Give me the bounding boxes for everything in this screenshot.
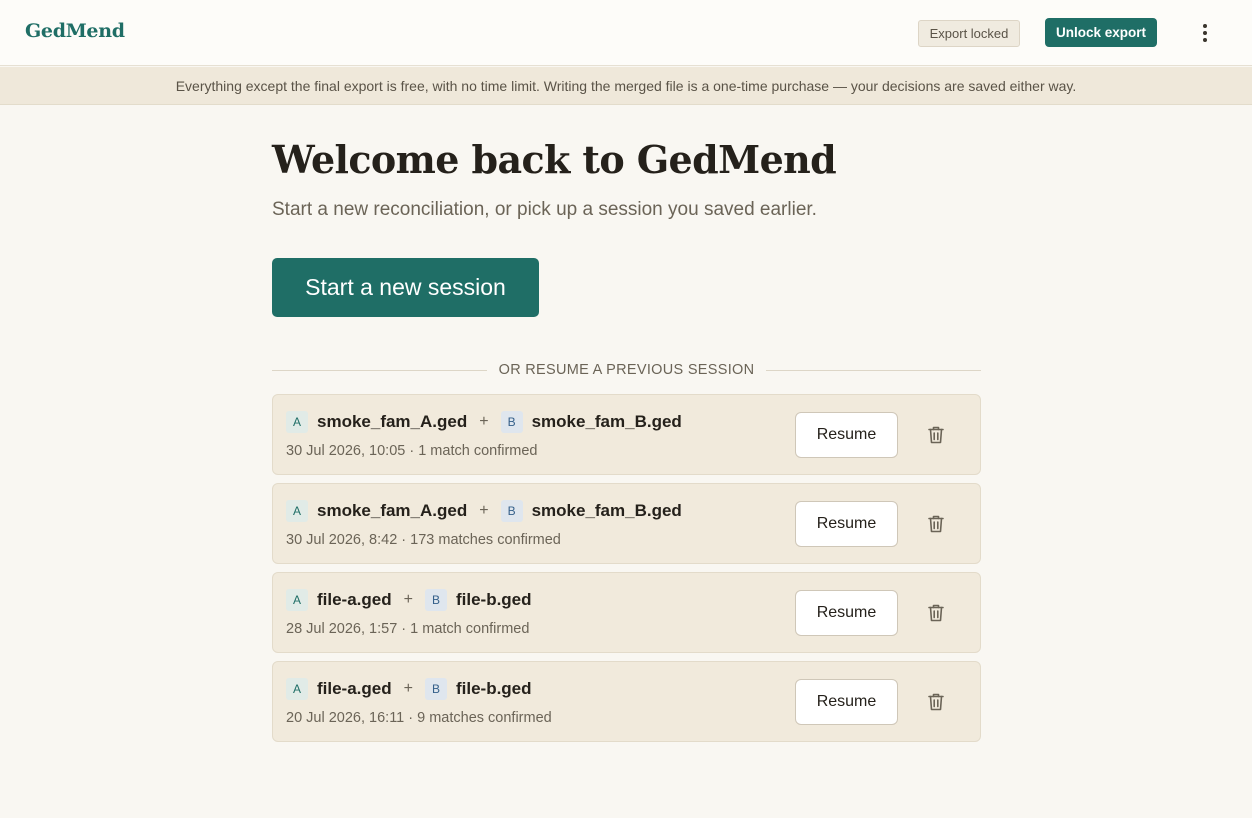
session-meta: 30 Jul 2026, 8:42 · 173 matches confirme… <box>286 532 561 548</box>
plus-separator: + <box>479 413 489 430</box>
file-a-name: file-a.ged <box>317 679 392 698</box>
session-card: A smoke_fam_A.ged + B smoke_fam_B.ged 30… <box>272 483 981 564</box>
more-vertical-icon[interactable] <box>1194 22 1216 44</box>
session-meta: 28 Jul 2026, 1:57 · 1 match confirmed <box>286 621 530 637</box>
file-a-name: smoke_fam_A.ged <box>317 412 468 431</box>
resume-button[interactable]: Resume <box>795 412 898 458</box>
file-b-name: smoke_fam_B.ged <box>531 501 682 520</box>
session-list: A smoke_fam_A.ged + B smoke_fam_B.ged 30… <box>272 394 981 750</box>
divider-line <box>272 369 487 371</box>
file-b-tag: B <box>500 500 523 522</box>
session-meta: 20 Jul 2026, 16:11 · 9 matches confirmed <box>286 710 552 726</box>
resume-divider-label: OR RESUME A PREVIOUS SESSION <box>498 362 755 378</box>
plus-separator: + <box>479 502 489 519</box>
resume-button[interactable]: Resume <box>795 679 898 725</box>
file-a-name: smoke_fam_A.ged <box>317 501 468 520</box>
brand-logo[interactable]: GedMend <box>25 20 125 42</box>
divider-line <box>766 369 981 371</box>
kebab-dot <box>1203 38 1207 42</box>
file-b-tag: B <box>500 411 523 433</box>
pricing-notice: Everything except the final export is fr… <box>0 67 1252 105</box>
file-b-name: file-b.ged <box>455 590 532 609</box>
session-card: A smoke_fam_A.ged + B smoke_fam_B.ged 30… <box>272 394 981 475</box>
unlock-export-button[interactable]: Unlock export <box>1045 18 1157 47</box>
file-b-name: smoke_fam_B.ged <box>531 412 682 431</box>
trash-icon[interactable] <box>927 692 945 712</box>
trash-icon[interactable] <box>927 514 945 534</box>
resume-button[interactable]: Resume <box>795 501 898 547</box>
plus-separator: + <box>403 680 413 697</box>
file-a-tag: A <box>286 500 308 522</box>
file-b-name: file-b.ged <box>455 679 532 698</box>
file-a-tag: A <box>286 589 308 611</box>
session-files: A file-a.ged + B file-b.ged <box>286 589 532 611</box>
page-subtitle: Start a new reconciliation, or pick up a… <box>272 199 817 220</box>
start-new-session-button[interactable]: Start a new session <box>272 258 539 317</box>
trash-icon[interactable] <box>927 425 945 445</box>
file-a-tag: A <box>286 678 308 700</box>
session-files: A file-a.ged + B file-b.ged <box>286 678 532 700</box>
file-b-tag: B <box>424 589 447 611</box>
kebab-dot <box>1203 31 1207 35</box>
session-files: A smoke_fam_A.ged + B smoke_fam_B.ged <box>286 411 682 433</box>
page-title: Welcome back to GedMend <box>272 137 837 182</box>
session-card: A file-a.ged + B file-b.ged 20 Jul 2026,… <box>272 661 981 742</box>
file-a-name: file-a.ged <box>317 590 392 609</box>
top-bar: GedMend Export locked Unlock export <box>0 0 1252 66</box>
resume-divider: OR RESUME A PREVIOUS SESSION <box>272 358 981 382</box>
session-files: A smoke_fam_A.ged + B smoke_fam_B.ged <box>286 500 682 522</box>
trash-icon[interactable] <box>927 603 945 623</box>
kebab-dot <box>1203 24 1207 28</box>
export-locked-badge: Export locked <box>918 20 1020 47</box>
plus-separator: + <box>403 591 413 608</box>
file-b-tag: B <box>424 678 447 700</box>
session-meta: 30 Jul 2026, 10:05 · 1 match confirmed <box>286 443 538 459</box>
session-card: A file-a.ged + B file-b.ged 28 Jul 2026,… <box>272 572 981 653</box>
file-a-tag: A <box>286 411 308 433</box>
resume-button[interactable]: Resume <box>795 590 898 636</box>
